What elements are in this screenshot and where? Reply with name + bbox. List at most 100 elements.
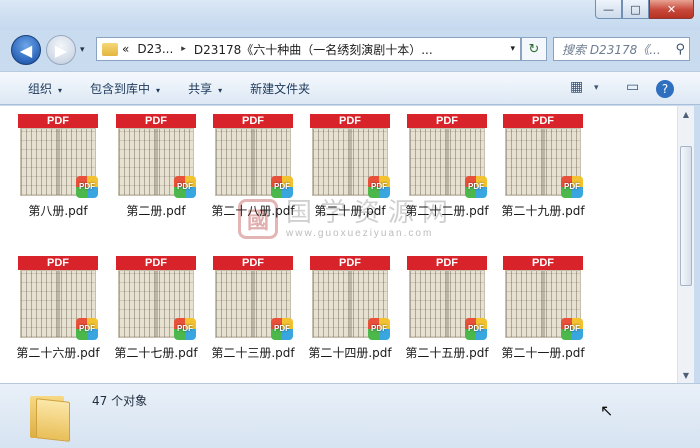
pdf-banner: PDF (213, 256, 293, 270)
view-dropdown-icon[interactable]: ▾ (594, 83, 599, 93)
refresh-button[interactable]: ↻ (521, 37, 547, 61)
pdf-banner: PDF (116, 114, 196, 128)
file-list: 國 国学资源网 www.guoxueziyuan.com PDF PDF 第八册.p… (0, 106, 677, 383)
pdf-thumbnail: PDF PDF (18, 256, 98, 340)
share-menu[interactable]: 共享 ▾ (188, 80, 222, 97)
share-label: 共享 (188, 81, 213, 96)
address-bar[interactable]: « D23... ▸ D23178《六十种曲（一名绣刻演剧十本）... ▾ (96, 37, 521, 61)
file-name: 第二十册.pdf (314, 204, 386, 218)
watermark-url: www.guoxueziyuan.com (286, 228, 434, 239)
mouse-cursor-icon: ↖ (600, 401, 614, 420)
file-item[interactable]: PDF PDF 第二册.pdf (108, 114, 204, 219)
file-item[interactable]: PDF PDF 第二十四册.pdf (302, 256, 398, 361)
pdf-banner: PDF (18, 256, 98, 270)
chevron-down-icon: ▾ (58, 85, 63, 95)
breadcrumb-segment-parent[interactable]: D23... (137, 42, 173, 56)
minimize-button[interactable]: — (595, 0, 622, 19)
file-item[interactable]: PDF PDF 第二十五册.pdf (399, 256, 495, 361)
file-name: 第二十五册.pdf (405, 346, 489, 360)
organize-label: 组织 (28, 81, 53, 96)
new-folder-button[interactable]: 新建文件夹 (250, 80, 310, 97)
pdf-banner: PDF (310, 256, 390, 270)
file-name: 第二十八册.pdf (211, 204, 295, 218)
address-dropdown-icon[interactable]: ▾ (510, 44, 515, 54)
file-item[interactable]: PDF PDF 第二十八册.pdf (205, 114, 301, 219)
file-item[interactable]: PDF PDF 第八册.pdf (10, 114, 106, 219)
pdf-thumbnail: PDF PDF (407, 256, 487, 340)
pdf-thumbnail: PDF PDF (116, 114, 196, 198)
pdf-app-icon: PDF (368, 176, 390, 198)
chevron-down-icon: ▾ (218, 85, 223, 95)
item-count: 47 个对象 (92, 394, 148, 408)
file-item[interactable]: PDF PDF 第二十七册.pdf (108, 256, 204, 361)
help-icon[interactable]: ? (656, 80, 674, 98)
pdf-app-icon: PDF (174, 318, 196, 340)
file-item[interactable]: PDF PDF 第二十二册.pdf (399, 114, 495, 219)
close-button[interactable]: ✕ (649, 0, 694, 19)
recent-pages-dropdown[interactable]: ▾ (80, 45, 85, 55)
chevron-down-icon: ▾ (156, 85, 161, 95)
file-name: 第二十九册.pdf (501, 204, 585, 218)
navigation-bar: ◀ ▶ ▾ « D23... ▸ D23178《六十种曲（一名绣刻演剧十本）..… (0, 33, 700, 67)
file-name: 第二册.pdf (126, 204, 186, 218)
file-item[interactable]: PDF PDF 第二十六册.pdf (10, 256, 106, 361)
details-pane: 47 个对象 ↖ (0, 383, 700, 448)
search-input[interactable]: 搜索 D23178《... ⚲ (553, 37, 690, 61)
pdf-thumbnail: PDF PDF (310, 256, 390, 340)
pdf-app-icon: PDF (271, 176, 293, 198)
file-item[interactable]: PDF PDF 第二十三册.pdf (205, 256, 301, 361)
forward-arrow-icon: ▶ (54, 40, 68, 60)
pdf-banner: PDF (503, 256, 583, 270)
folder-icon (102, 42, 118, 56)
pdf-app-icon: PDF (465, 318, 487, 340)
pdf-app-icon: PDF (271, 318, 293, 340)
breadcrumb-segment-current[interactable]: D23178《六十种曲（一名绣刻演剧十本）... (194, 41, 433, 58)
include-in-library-label: 包含到库中 (90, 81, 151, 96)
pdf-app-icon: PDF (76, 318, 98, 340)
pdf-thumbnail: PDF PDF (407, 114, 487, 198)
file-name: 第二十六册.pdf (16, 346, 100, 360)
file-item[interactable]: PDF PDF 第二十九册.pdf (495, 114, 591, 219)
scroll-thumb[interactable] (680, 146, 692, 286)
breadcrumb-separator-icon[interactable]: ▸ (181, 44, 186, 54)
preview-pane-icon[interactable]: ▭ (626, 79, 639, 95)
file-name: 第二十一册.pdf (501, 346, 585, 360)
scroll-up-icon[interactable]: ▲ (678, 106, 694, 122)
file-item[interactable]: PDF PDF 第二十一册.pdf (495, 256, 591, 361)
file-name: 第二十四册.pdf (308, 346, 392, 360)
scroll-down-icon[interactable]: ▼ (678, 367, 694, 383)
pdf-app-icon: PDF (561, 318, 583, 340)
pdf-thumbnail: PDF PDF (18, 114, 98, 198)
command-bar: 组织 ▾ 包含到库中 ▾ 共享 ▾ 新建文件夹 ▦ ▾ ▭ ? (0, 71, 700, 105)
view-options-icon[interactable]: ▦ (570, 79, 583, 95)
search-icon[interactable]: ⚲ (675, 42, 685, 57)
pdf-thumbnail: PDF PDF (503, 114, 583, 198)
pdf-app-icon: PDF (561, 176, 583, 198)
window-controls: — □ ✕ (595, 0, 694, 19)
pdf-banner: PDF (503, 114, 583, 128)
pdf-app-icon: PDF (174, 176, 196, 198)
pdf-banner: PDF (18, 114, 98, 128)
include-in-library-menu[interactable]: 包含到库中 ▾ (90, 80, 160, 97)
organize-menu[interactable]: 组织 ▾ (28, 80, 62, 97)
pdf-banner: PDF (407, 114, 487, 128)
maximize-button[interactable]: □ (622, 0, 649, 19)
file-name: 第二十七册.pdf (114, 346, 198, 360)
folder-icon (30, 390, 70, 442)
vertical-scrollbar[interactable]: ▲ ▼ (677, 106, 694, 383)
pdf-app-icon: PDF (76, 176, 98, 198)
pdf-thumbnail: PDF PDF (213, 114, 293, 198)
forward-button[interactable]: ▶ (46, 35, 76, 65)
pdf-banner: PDF (116, 256, 196, 270)
pdf-app-icon: PDF (368, 318, 390, 340)
pdf-thumbnail: PDF PDF (310, 114, 390, 198)
refresh-icon: ↻ (528, 41, 540, 57)
search-placeholder: 搜索 D23178《... (562, 42, 661, 57)
back-button[interactable]: ◀ (11, 35, 41, 65)
file-item[interactable]: PDF PDF 第二十册.pdf (302, 114, 398, 219)
pdf-banner: PDF (213, 114, 293, 128)
file-name: 第二十二册.pdf (405, 204, 489, 218)
title-bar: — □ ✕ (0, 0, 700, 30)
pdf-thumbnail: PDF PDF (213, 256, 293, 340)
breadcrumb-overflow[interactable]: « (122, 42, 129, 56)
